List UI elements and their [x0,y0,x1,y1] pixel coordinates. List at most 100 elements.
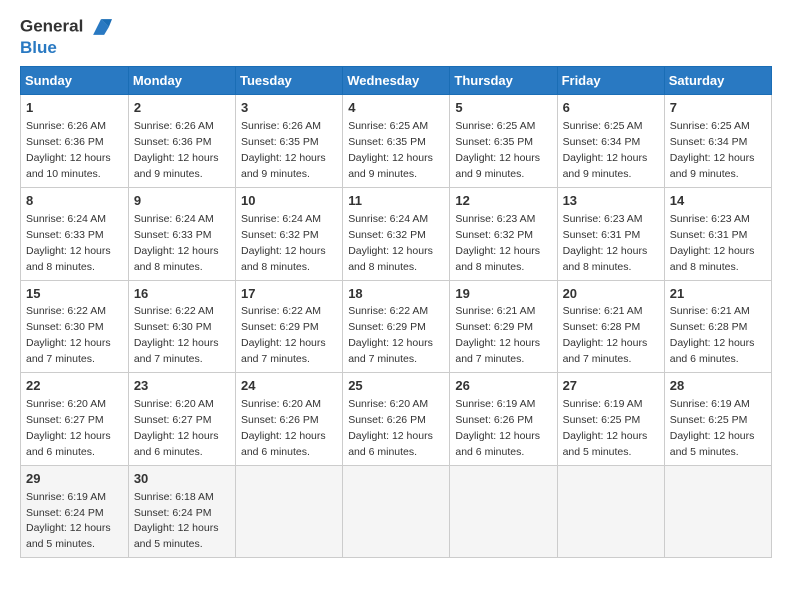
calendar-cell: 23 Sunrise: 6:20 AM Sunset: 6:27 PM Dayligh… [128,373,235,466]
day-number: 12 [455,192,551,211]
sunrise-info: Sunrise: 6:20 AM [26,398,106,410]
day-number: 6 [563,99,659,118]
sunset-info: Sunset: 6:36 PM [134,136,212,148]
sunset-info: Sunset: 6:29 PM [348,321,426,333]
sunrise-info: Sunrise: 6:22 AM [26,305,106,317]
sunrise-info: Sunrise: 6:24 AM [134,213,214,225]
calendar-cell: 25Sunrise: 6:20 AMSunset: 6:26 PMDayligh… [343,373,450,466]
daylight-info: Daylight: 12 hours and 5 minutes. [26,522,111,550]
daylight-info: Daylight: 12 hours and 5 minutes. [670,430,755,458]
daylight-info: Daylight: 12 hours and 9 minutes. [241,152,326,180]
sunset-info: Sunset: 6:30 PM [26,321,104,333]
weekday-header-row: SundayMondayTuesdayWednesdayThursdayFrid… [21,67,772,95]
calendar-cell: 1Sunrise: 6:26 AMSunset: 6:36 PMDaylight… [21,95,129,188]
calendar-cell: 26 Sunrise: 6:19 AM Sunset: 6:26 PM Dayligh… [450,373,557,466]
daylight-info: Daylight: 12 hours and 6 minutes. [670,337,755,365]
weekday-header-friday: Friday [557,67,664,95]
daylight-info: Daylight: 12 hours and 7 minutes. [134,337,219,365]
calendar-cell [557,465,664,558]
sunrise-info: Sunrise: 6:19 AM [455,398,535,410]
sunset-info: Sunset: 6:26 PM [241,414,319,426]
sunrise-info: Sunrise: 6:20 AM [134,398,214,410]
sunrise-info: Sunrise: 6:23 AM [670,213,750,225]
daylight-info: Daylight: 12 hours and 6 minutes. [348,430,433,458]
calendar-cell: 21Sunrise: 6:21 AMSunset: 6:28 PMDayligh… [664,280,771,373]
logo: General Blue [20,16,112,58]
daylight-info: Daylight: 12 hours and 9 minutes. [455,152,540,180]
sunset-info: Sunset: 6:25 PM [670,414,748,426]
calendar-cell: 6 Sunrise: 6:25 AM Sunset: 6:34 PM Daylight… [557,95,664,188]
daylight-info: Daylight: 12 hours and 8 minutes. [670,245,755,273]
sunset-info: Sunset: 6:27 PM [26,414,104,426]
sunset-info: Sunset: 6:26 PM [455,414,533,426]
sunset-info: Sunset: 6:35 PM [241,136,319,148]
header: General Blue [20,16,772,58]
daylight-info: Daylight: 12 hours and 8 minutes. [241,245,326,273]
daylight-info: Daylight: 12 hours and 8 minutes. [26,245,111,273]
page: General Blue SundayMondayTuesdayWednesda… [0,0,792,612]
day-number: 26 [455,377,551,396]
day-number: 3 [241,99,337,118]
day-number: 8 [26,192,123,211]
sunrise-info: Sunrise: 6:25 AM [563,120,643,132]
sunrise-info: Sunrise: 6:26 AM [241,120,321,132]
daylight-info: Daylight: 12 hours and 6 minutes. [455,430,540,458]
daylight-info: Daylight: 12 hours and 7 minutes. [241,337,326,365]
weekday-header-monday: Monday [128,67,235,95]
sunset-info: Sunset: 6:34 PM [670,136,748,148]
calendar-cell: 4Sunrise: 6:25 AMSunset: 6:35 PMDaylight… [343,95,450,188]
day-number: 9 [134,192,230,211]
sunset-info: Sunset: 6:24 PM [134,507,212,519]
sunrise-info: Sunrise: 6:22 AM [241,305,321,317]
day-number: 24 [241,377,337,396]
sunset-info: Sunset: 6:28 PM [563,321,641,333]
sunset-info: Sunset: 6:32 PM [455,229,533,241]
day-number: 22 [26,377,123,396]
sunrise-info: Sunrise: 6:25 AM [670,120,750,132]
sunrise-info: Sunrise: 6:24 AM [241,213,321,225]
week-row-2: 8 Sunrise: 6:24 AM Sunset: 6:33 PM Daylight… [21,187,772,280]
sunset-info: Sunset: 6:34 PM [563,136,641,148]
day-number: 19 [455,285,551,304]
daylight-info: Daylight: 12 hours and 9 minutes. [134,152,219,180]
logo-icon [90,16,112,38]
weekday-header-sunday: Sunday [21,67,129,95]
calendar-cell: 19Sunrise: 6:21 AMSunset: 6:29 PMDayligh… [450,280,557,373]
daylight-info: Daylight: 12 hours and 6 minutes. [26,430,111,458]
daylight-info: Daylight: 12 hours and 7 minutes. [455,337,540,365]
daylight-info: Daylight: 12 hours and 8 minutes. [134,245,219,273]
daylight-info: Daylight: 12 hours and 7 minutes. [563,337,648,365]
week-row-1: 1 Sunrise: 6:26 AM Sunset: 6:36 PM Daylight… [21,95,772,188]
sunrise-info: Sunrise: 6:24 AM [348,213,428,225]
daylight-info: Daylight: 12 hours and 9 minutes. [563,152,648,180]
sunrise-info: Sunrise: 6:21 AM [455,305,535,317]
sunrise-info: Sunrise: 6:19 AM [563,398,643,410]
sunrise-info: Sunrise: 6:20 AM [348,398,428,410]
sunset-info: Sunset: 6:31 PM [670,229,748,241]
sunset-info: Sunset: 6:33 PM [26,229,104,241]
day-number: 28 [670,377,766,396]
day-number: 15 [26,285,123,304]
calendar-cell: 10Sunrise: 6:24 AMSunset: 6:32 PMDayligh… [236,187,343,280]
sunrise-info: Sunrise: 6:24 AM [26,213,106,225]
sunset-info: Sunset: 6:27 PM [134,414,212,426]
sunrise-info: Sunrise: 6:25 AM [455,120,535,132]
day-number: 1 [26,99,123,118]
calendar-cell [450,465,557,558]
day-number: 18 [348,285,444,304]
sunrise-info: Sunrise: 6:26 AM [26,120,106,132]
calendar-cell: 3 Sunrise: 6:26 AM Sunset: 6:35 PM Daylight… [236,95,343,188]
calendar-cell: 8 Sunrise: 6:24 AM Sunset: 6:33 PM Daylight… [21,187,129,280]
day-number: 10 [241,192,337,211]
logo-blue: Blue [20,38,112,58]
daylight-info: Daylight: 12 hours and 5 minutes. [563,430,648,458]
sunset-info: Sunset: 6:26 PM [348,414,426,426]
daylight-info: Daylight: 12 hours and 6 minutes. [134,430,219,458]
sunrise-info: Sunrise: 6:22 AM [348,305,428,317]
calendar-cell: 14Sunrise: 6:23 AMSunset: 6:31 PMDayligh… [664,187,771,280]
day-number: 23 [134,377,230,396]
daylight-info: Daylight: 12 hours and 8 minutes. [563,245,648,273]
calendar-cell: 28Sunrise: 6:19 AMSunset: 6:25 PMDayligh… [664,373,771,466]
day-number: 2 [134,99,230,118]
calendar-cell: 11Sunrise: 6:24 AMSunset: 6:32 PMDayligh… [343,187,450,280]
